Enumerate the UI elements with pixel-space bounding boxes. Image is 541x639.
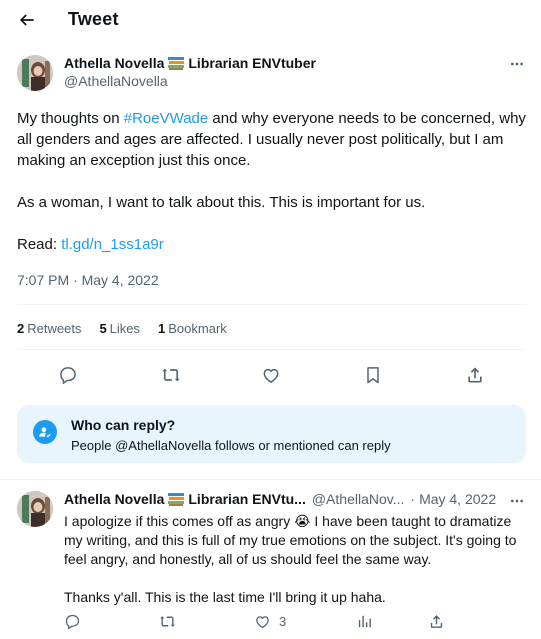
more-options-button[interactable] — [507, 491, 527, 511]
reply-header: Athella Novella Librarian ENVtu... @Athe… — [64, 491, 496, 507]
tweet-stats: 2 Retweets 5 Likes 1 Bookmark — [17, 321, 227, 336]
tweet-paragraph: As a woman, I want to talk about this. T… — [17, 194, 426, 211]
likes-count: 5 — [99, 321, 107, 336]
avatar-image — [17, 55, 53, 91]
reply-date[interactable]: May 4, 2022 — [419, 491, 496, 507]
reply-handle[interactable]: @AthellaNov... — [312, 491, 405, 507]
avatar-image — [17, 491, 53, 527]
arrow-left-icon — [19, 14, 34, 26]
meta-separator: · — [410, 491, 416, 507]
retweets-stat[interactable]: 2 Retweets — [17, 321, 81, 336]
likes-stat[interactable]: 5 Likes — [99, 321, 140, 336]
retweet-button[interactable] — [159, 611, 176, 631]
avatar[interactable] — [17, 491, 53, 527]
author-name: Athella Novella — [64, 55, 165, 71]
retweet-button[interactable] — [159, 363, 183, 387]
reply-icon — [65, 614, 80, 629]
retweets-count: 2 — [17, 321, 25, 336]
author-name-suffix: Librarian ENVtuber — [188, 55, 316, 71]
bookmark-icon — [367, 367, 379, 384]
avatar[interactable] — [17, 55, 53, 91]
reply-tweet[interactable]: Athella Novella Librarian ENVtu... @Athe… — [0, 480, 541, 639]
share-button[interactable] — [463, 363, 487, 387]
reply-button[interactable] — [56, 363, 80, 387]
tweet-author: Athella Novella Librarian ENVtuber @Athe… — [64, 55, 316, 89]
analytics-button[interactable] — [356, 611, 373, 631]
books-icon — [168, 57, 185, 70]
who-can-reply-title: Who can reply? — [71, 417, 176, 433]
reply-button[interactable] — [64, 611, 81, 631]
tweet-paragraph: My thoughts on #RoeVWade and why everyon… — [17, 108, 527, 171]
likes-label: Likes — [109, 321, 141, 336]
share-icon — [468, 367, 482, 383]
more-icon — [511, 499, 523, 503]
author-handle[interactable]: @AthellaNovella — [64, 73, 316, 89]
reply-action-bar: 3 — [0, 611, 541, 631]
tweet-text: My thoughts on #RoeVWade and why everyon… — [17, 108, 527, 255]
like-button[interactable] — [259, 363, 283, 387]
retweet-icon — [162, 368, 180, 382]
who-can-reply-box: Who can reply? People @AthellaNovella fo… — [17, 405, 526, 463]
tweet-action-bar — [0, 363, 541, 387]
reply-paragraph: I apologize if this comes off as angry 😭… — [64, 513, 517, 567]
books-icon — [168, 493, 185, 506]
bookmark-button[interactable] — [361, 363, 385, 387]
like-button[interactable]: 3 — [254, 611, 286, 631]
bookmarks-stat[interactable]: 1 Bookmark — [158, 321, 227, 336]
tweet-timestamp[interactable]: 7:07 PM · May 4, 2022 — [17, 272, 159, 288]
analytics-icon — [358, 615, 371, 627]
page-title: Tweet — [68, 9, 119, 29]
reply-author-name[interactable]: Athella Novella — [64, 491, 164, 507]
reply-likes-count: 3 — [279, 613, 287, 629]
bookmarks-label: Bookmark — [168, 321, 227, 336]
more-options-button[interactable] — [507, 54, 527, 74]
text-segment: Read: — [17, 236, 62, 253]
retweet-icon — [160, 615, 175, 627]
like-icon — [263, 368, 279, 383]
like-icon — [256, 615, 269, 628]
divider — [17, 349, 526, 350]
retweets-label: Retweets — [27, 321, 82, 336]
page-header: Tweet — [0, 0, 541, 40]
person-check-icon — [33, 420, 57, 444]
tweet-paragraph: Read: tl.gd/n_1ss1a9r — [17, 234, 527, 255]
reply-paragraph: Thanks y'all. This is the last time I'll… — [64, 589, 386, 605]
bookmarks-count: 1 — [158, 321, 166, 336]
more-icon — [511, 62, 523, 66]
text-segment: My thoughts on — [17, 110, 124, 127]
hashtag-link[interactable]: #RoeVWade — [124, 110, 209, 127]
share-icon — [430, 614, 443, 628]
share-button[interactable] — [428, 611, 445, 631]
external-link[interactable]: tl.gd/n_1ss1a9r — [61, 236, 164, 253]
reply-author-suffix[interactable]: Librarian ENVtu... — [188, 491, 305, 507]
divider — [17, 304, 526, 305]
display-name[interactable]: Athella Novella Librarian ENVtuber — [64, 55, 316, 71]
reply-icon — [60, 367, 76, 384]
reply-text: I apologize if this comes off as angry 😭… — [64, 512, 526, 607]
who-can-reply-subtitle: People @AthellaNovella follows or mentio… — [71, 438, 391, 453]
back-button[interactable] — [12, 6, 42, 34]
